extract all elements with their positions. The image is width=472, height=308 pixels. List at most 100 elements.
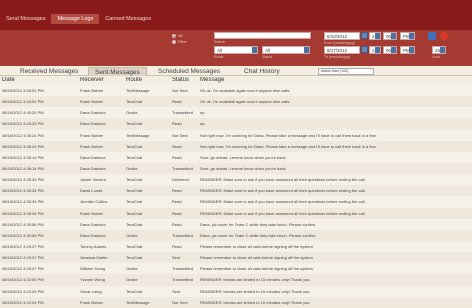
cell-date: 08/16/2012 4:22:04 PM (2, 299, 44, 305)
from-ampm-select[interactable]: PM (400, 32, 415, 40)
from-minute-select[interactable]: 00 (383, 32, 397, 40)
table-row[interactable]: 08/16/2012 4:40:51 PM Frank Bobee TextMess… (0, 85, 472, 97)
from-calendar-icon[interactable] (361, 32, 368, 39)
to-label: To (mm/dd/yyyy) (324, 55, 351, 59)
table-row[interactable]: 08/16/2012 4:29:07 PM William Young Onsite… (0, 263, 472, 275)
cell-receiver: Frank Bobee (80, 88, 103, 93)
cell-route: TeraChat (126, 121, 143, 127)
table-row[interactable]: 08/16/2012 4:22:04 PM Frank Bobee TextMess… (0, 296, 472, 308)
cell-status: Sent (172, 288, 181, 294)
cell-status: Read (172, 143, 182, 149)
radio-filter[interactable] (172, 40, 176, 44)
table-row[interactable]: 08/16/2012 4:36:14 PM Dana Dashoor TeraCha… (0, 151, 472, 163)
cell-date: 08/16/2012 4:40:25 PM (2, 110, 44, 116)
search-input[interactable] (214, 32, 311, 39)
cell-route: TeraChat (126, 143, 143, 149)
table-row[interactable]: 08/16/2012 4:40:25 PM Dana Dashoor Onsite T… (0, 107, 472, 119)
radio-all[interactable] (172, 34, 176, 38)
cell-status: Read (172, 199, 182, 205)
cell-route: Onsite (126, 266, 138, 272)
cell-message: np. (200, 110, 206, 116)
cell-route: TextMessage (126, 88, 150, 93)
to-date-input[interactable]: 8/17/2012 (324, 46, 360, 54)
column-status[interactable]: Status (172, 77, 200, 83)
cell-receiver: Frank Bobee (80, 132, 103, 138)
cell-receiver: Frank Bobee (80, 210, 103, 216)
limit-select[interactable]: 25 (432, 46, 446, 54)
cell-receiver: Frank Bobee (80, 99, 103, 105)
table-body: 08/16/2012 4:40:51 PM Frank Bobee TextMess… (0, 85, 472, 308)
chevron-down-icon (391, 33, 396, 39)
cell-route: TeraChat (126, 99, 143, 105)
cell-route: TeraChat (126, 188, 143, 194)
cell-message: Sure, go ahead. Lemme know when you're b… (200, 154, 287, 160)
cell-status: Transmitted (172, 110, 193, 116)
chevron-down-icon (409, 47, 414, 53)
to-calendar-icon[interactable] (361, 46, 368, 53)
table-row[interactable]: 08/16/2012 4:35:34 PM Jackie Vincent TeraC… (0, 174, 472, 186)
chevron-down-icon (304, 47, 309, 53)
tab-send-messages[interactable]: Send Messages (0, 14, 51, 24)
cell-message: np. (200, 121, 206, 127)
table-row[interactable]: 08/16/2012 4:36:24 PM Frank Bobee TeraChat… (0, 140, 472, 152)
tab-canned-messages[interactable]: Canned Messages (99, 14, 157, 24)
tab-received-messages[interactable]: Received Messages (14, 67, 85, 76)
cell-route: Onsite (126, 110, 138, 116)
from-date-input[interactable]: 8/10/2012 (324, 32, 360, 40)
cell-status: Read (172, 221, 182, 227)
cell-receiver: Dana Dashoor (80, 165, 106, 171)
cell-message: Dana, plz cover for Team C while they ta… (200, 221, 317, 227)
radio-all-label: All (178, 33, 183, 38)
cell-message: REMINDER: breaks are limited to 15 minut… (200, 299, 311, 305)
chevron-down-icon (375, 47, 380, 53)
from-label: From (mm/dd/yyyy) (324, 41, 355, 45)
cell-receiver: Vanessa Martin (80, 255, 108, 261)
cell-date: 08/16/2012 4:35:34 PM (2, 199, 44, 205)
cell-message: Not right now. I'm covering for Dana. Pl… (200, 132, 377, 138)
to-ampm-select[interactable]: PM (400, 46, 415, 54)
to-hour-select[interactable]: 2 (369, 46, 381, 54)
tab-scheduled-messages[interactable]: Scheduled Messages (152, 67, 226, 76)
route-select[interactable]: All (214, 46, 258, 54)
cell-message: REMINDER: breaks are limited to 15 minut… (200, 277, 311, 283)
table-row[interactable]: 08/16/2012 4:35:34 PM Jennifer Collins Ter… (0, 196, 472, 208)
cell-date: 08/16/2012 4:29:07 PM (2, 243, 44, 249)
table-row[interactable]: 08/16/2012 4:35:34 PM David Lunds TeraChat… (0, 185, 472, 197)
table-row[interactable]: 08/16/2012 4:29:07 PM Vanessa Martin TeraC… (0, 252, 472, 264)
to-minute-select[interactable]: 00 (383, 46, 397, 54)
table-row[interactable]: 08/16/2012 4:30:56 PM Dana Dashoor TeraCha… (0, 218, 472, 230)
table-row[interactable]: 08/16/2012 4:40:51 PM Frank Bobee TeraChat… (0, 96, 472, 108)
table-row[interactable]: 08/16/2012 4:22:05 PM Yvonne Wong Onsite Tr… (0, 274, 472, 286)
table-row[interactable]: 08/16/2012 4:36:14 PM Dana Dashoor Onsite T… (0, 162, 472, 175)
cell-receiver: Tommy Adams (80, 243, 107, 249)
from-hour-select[interactable]: 2 (369, 32, 381, 40)
tab-sent-messages[interactable]: Sent Messages (88, 67, 147, 76)
column-date[interactable]: Date (2, 77, 78, 83)
cell-message: REMINDER: Make sure to ask if you have a… (200, 210, 366, 216)
table-row[interactable]: 08/16/2012 4:22:05 PM Oscar Laing TeraChat… (0, 285, 472, 297)
log-subtabs: Received Messages Sent Messages Schedule… (0, 66, 472, 76)
chat-user-select[interactable]: Admin User (100) (318, 68, 374, 75)
table-row[interactable]: 08/16/2012 4:36:24 PM Frank Bobee TextMess… (0, 129, 472, 141)
tab-chat-history[interactable]: Chat History (238, 67, 286, 76)
cell-receiver: Dana Dashoor (80, 154, 106, 160)
cell-date: 08/16/2012 4:30:56 PM (2, 221, 44, 227)
table-row[interactable]: 08/16/2012 4:29:07 PM Tommy Adams TeraChat… (0, 240, 472, 253)
cell-date: 08/16/2012 4:22:05 PM (2, 277, 44, 283)
cell-message: REMINDER: Make sure to ask if you have a… (200, 188, 366, 194)
cell-route: TextMessage (126, 132, 150, 138)
table-row[interactable]: 08/16/2012 4:30:56 PM Dana Dashoor Onsite T… (0, 229, 472, 241)
column-receiver[interactable]: Receiver (80, 77, 124, 83)
table-row[interactable]: 08/16/2012 4:35:34 PM Frank Bobee TeraChat… (0, 207, 472, 219)
table-row[interactable]: 08/16/2012 4:40:25 PM Dana Dashoor TeraCha… (0, 118, 472, 130)
clear-icon[interactable] (440, 32, 448, 40)
tab-message-logs[interactable]: Message Logs (51, 14, 100, 24)
status-select[interactable]: All (262, 46, 310, 54)
cell-receiver: Frank Bobee (80, 299, 103, 305)
column-route[interactable]: Route (126, 77, 170, 83)
search-go-icon[interactable] (428, 32, 436, 40)
column-message[interactable]: Message (200, 77, 470, 83)
cell-status: Read (172, 210, 182, 216)
cell-date: 08/16/2012 4:35:34 PM (2, 177, 44, 183)
main-tabs: Send Messages Message Logs Canned Messag… (0, 14, 157, 24)
